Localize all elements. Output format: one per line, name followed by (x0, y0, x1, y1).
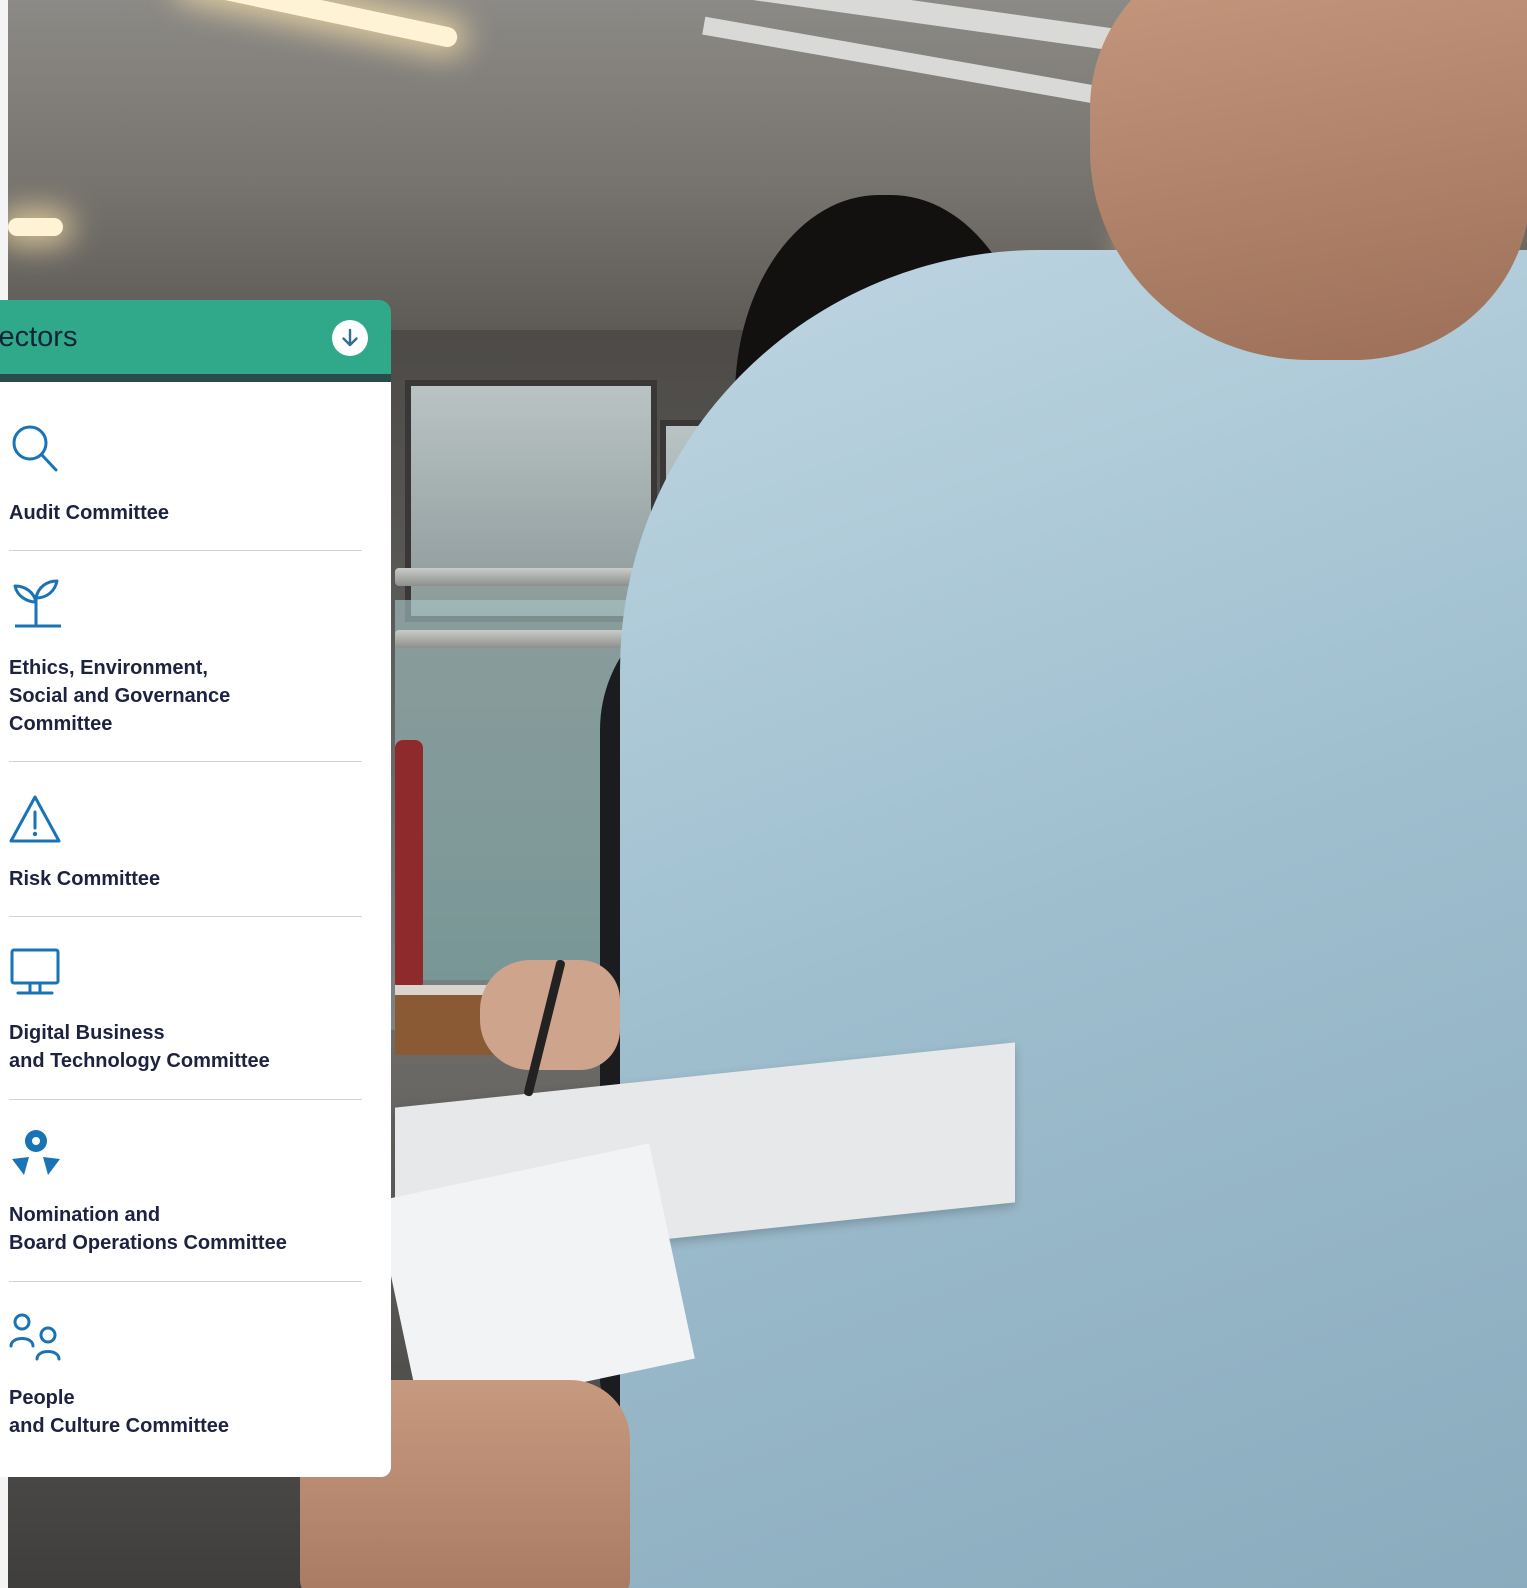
committee-label: Digital Business and Technology Committe… (9, 1022, 270, 1072)
page: d of Directors Audit Committee (0, 0, 1527, 1588)
committee-list: Audit Committee Ethics, Environment, Soc… (0, 382, 391, 1477)
committee-label: People and Culture Committee (9, 1387, 230, 1437)
arrow-down-circle-icon (342, 328, 358, 347)
panel-title: d of Directors (0, 321, 78, 353)
committee-label: Ethics, Environment, Social and Governan… (9, 657, 231, 735)
red-chair (395, 740, 423, 990)
man-shirt (620, 250, 1527, 1588)
expand-toggle-button[interactable] (332, 320, 368, 356)
board-committees-panel: d of Directors Audit Committee (0, 300, 391, 1477)
ceiling-lamp (8, 218, 63, 236)
committee-label: Audit Committee (9, 502, 169, 524)
search-icon (12, 425, 58, 472)
sprout-icon (13, 579, 61, 628)
panel-header[interactable]: d of Directors (0, 300, 391, 374)
panel-header-divider (0, 374, 391, 382)
committee-audit[interactable]: Audit Committee (9, 382, 362, 551)
committee-label: Risk Committee (9, 868, 161, 890)
committee-risk[interactable]: Risk Committee (9, 762, 362, 917)
warning-icon (9, 795, 61, 843)
committee-digital-technology[interactable]: Digital Business and Technology Committe… (9, 917, 362, 1100)
committee-nomination-board-operations[interactable]: Nomination and Board Operations Committe… (9, 1100, 362, 1282)
committee-people-culture[interactable]: People and Culture Committee (9, 1282, 362, 1477)
committee-label: Nomination and Board Operations Committe… (9, 1204, 287, 1254)
committee-ethics-esg[interactable]: Ethics, Environment, Social and Governan… (9, 551, 362, 762)
nomination-icon (12, 1130, 60, 1175)
monitor-icon (10, 948, 60, 995)
people-icon (9, 1313, 61, 1361)
